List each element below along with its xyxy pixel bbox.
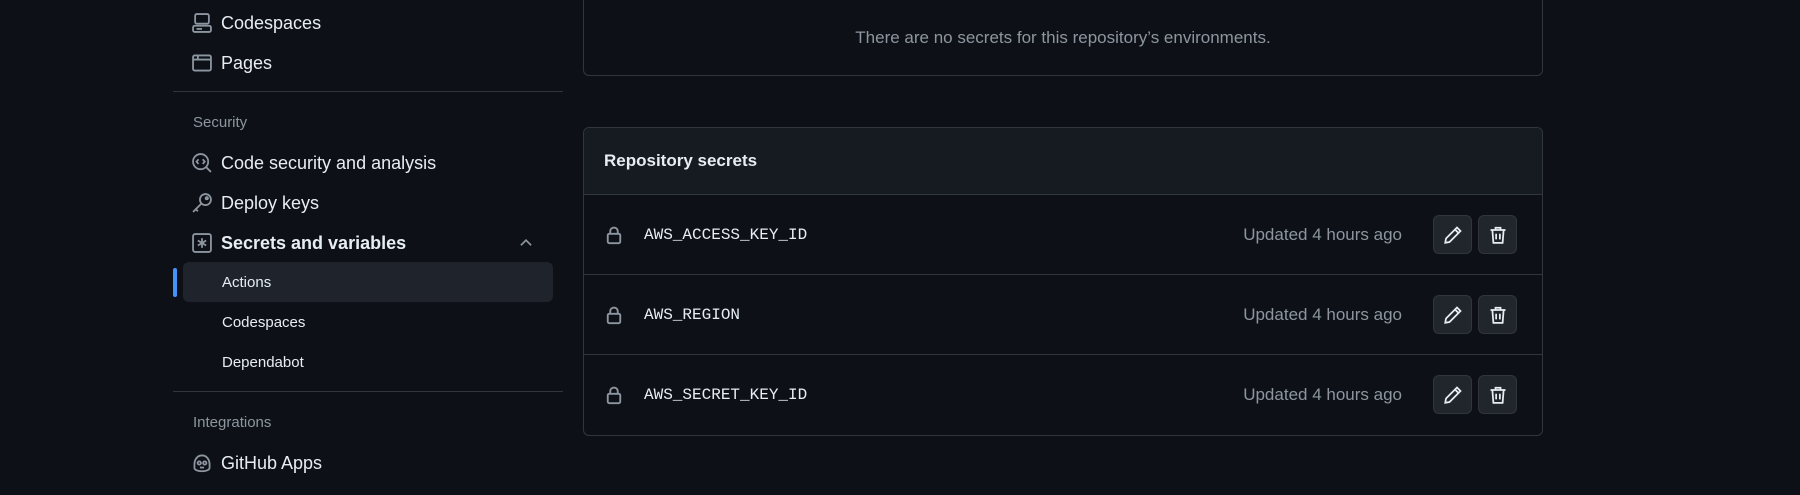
sidebar-item-codespaces[interactable]: Codespaces [183,6,553,40]
repository-secrets-box: Repository secrets AWS_ACCESS_KEY_ID Upd… [583,127,1543,436]
edit-secret-button[interactable] [1433,295,1472,334]
secret-updated: Updated 4 hours ago [1243,224,1402,244]
section-title: Repository secrets [604,151,758,170]
delete-secret-button[interactable] [1478,295,1517,334]
settings-page: Codespaces Pages Security Code security … [0,0,1800,495]
sidebar-divider [173,91,563,92]
codespaces-icon [191,12,213,34]
delete-secret-button[interactable] [1478,215,1517,254]
sidebar-item-secrets-and-variables[interactable]: Secrets and variables [183,226,553,260]
sidebar-subitem-dependabot[interactable]: Dependabot [183,342,553,382]
secret-updated: Updated 4 hours ago [1243,385,1402,404]
sidebar-subitem-label: Actions [222,273,272,291]
repository-secrets-header: Repository secrets [584,128,1542,195]
copilot-icon [191,452,213,474]
pencil-icon [1443,305,1462,324]
chevron-up-icon[interactable] [517,234,535,252]
secret-row: AWS_SECRET_KEY_ID Updated 4 hours ago [584,355,1542,435]
sidebar-item-label: Pages [221,52,273,73]
pencil-icon [1443,225,1462,244]
sidebar-subitem-codespaces[interactable]: Codespaces [183,302,553,342]
codescan-icon [191,152,213,174]
secret-name: AWS_SECRET_KEY_ID [644,386,808,404]
lock-icon [606,226,622,245]
sidebar-subitem-label: Codespaces [222,313,306,331]
sidebar-item-code-security[interactable]: Code security and analysis [183,146,553,180]
sidebar-item-label: Secrets and variables [221,232,407,253]
empty-state-text: There are no secrets for this repository… [855,28,1271,47]
secret-updated: Updated 4 hours ago [1243,304,1402,324]
edit-secret-button[interactable] [1433,375,1472,414]
trash-icon [1490,226,1505,244]
delete-secret-button[interactable] [1478,375,1517,414]
sidebar-item-github-apps[interactable]: GitHub Apps [183,446,553,480]
sidebar-subitem-actions[interactable]: Actions [183,262,553,302]
secret-row: AWS_ACCESS_KEY_ID Updated 4 hours ago [584,195,1542,275]
secret-row: AWS_REGION Updated 4 hours ago [584,275,1542,355]
key-icon [191,192,213,214]
section-heading-integrations: Integrations [193,414,272,431]
sidebar-item-pages[interactable]: Pages [183,46,553,80]
sidebar-divider [173,391,563,392]
browser-icon [191,52,213,74]
section-heading-security: Security [193,114,248,131]
lock-icon [606,386,622,405]
trash-icon [1490,386,1505,404]
sidebar-item-deploy-keys[interactable]: Deploy keys [183,186,553,220]
pencil-icon [1443,385,1462,404]
sidebar-item-label: Codespaces [221,12,322,33]
secret-name: AWS_ACCESS_KEY_ID [644,225,808,244]
sidebar-item-label: Deploy keys [221,192,320,213]
lock-icon [606,306,622,325]
trash-icon [1490,306,1505,324]
asterisk-icon [191,232,213,254]
settings-sidebar: Codespaces Pages Security Code security … [173,0,563,495]
environment-secrets-box: There are no secrets for this repository… [583,0,1543,76]
sidebar-item-label: GitHub Apps [221,452,323,473]
active-indicator [173,268,177,297]
edit-secret-button[interactable] [1433,215,1472,254]
sidebar-subitem-label: Dependabot [222,353,304,371]
secret-name: AWS_REGION [644,305,741,324]
sidebar-item-label: Code security and analysis [221,152,437,173]
